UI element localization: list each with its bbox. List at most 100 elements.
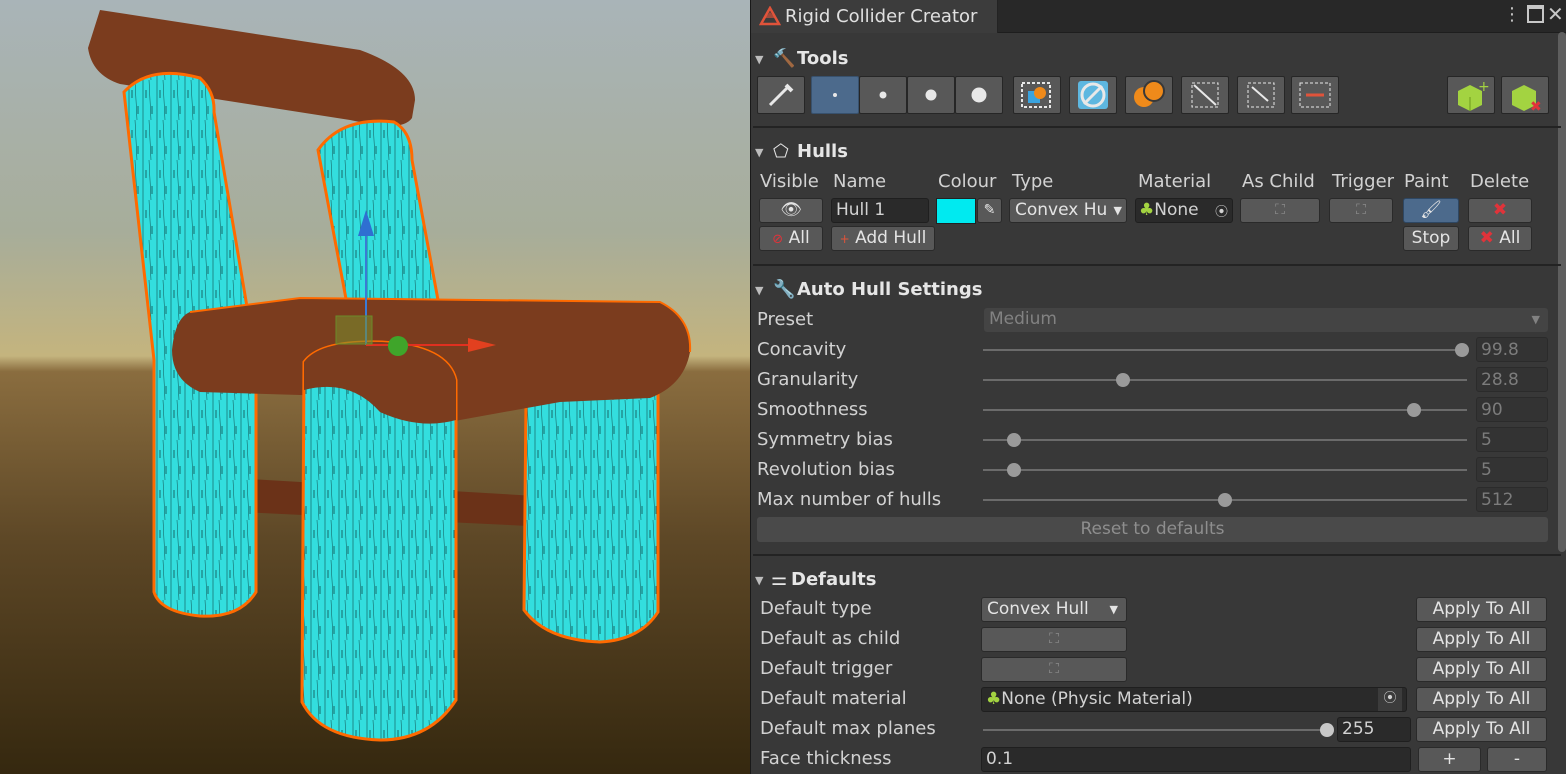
overlap-spheres-button[interactable]: [1125, 76, 1173, 114]
concavity-label: Concavity: [757, 339, 847, 360]
stop-paint-button[interactable]: Stop: [1403, 226, 1459, 251]
default-max-planes-label: Default max planes: [760, 718, 936, 739]
smoothness-slider-track[interactable]: [983, 409, 1467, 411]
hull-colour-swatch[interactable]: [936, 198, 976, 224]
colour-picker-button[interactable]: ✎: [977, 198, 1002, 223]
apply-trigger-button[interactable]: Apply To All: [1416, 657, 1547, 682]
paint-colors-icon: [1021, 82, 1051, 108]
revolution-bias-slider-handle[interactable]: [1007, 463, 1022, 477]
max-hulls-slider-handle[interactable]: [1218, 493, 1232, 507]
max-planes-value[interactable]: 255: [1337, 717, 1411, 742]
concavity-slider-handle[interactable]: [1455, 343, 1470, 357]
symmetry-bias-label: Symmetry bias: [757, 429, 893, 450]
tools-foldout-arrow[interactable]: ▼: [755, 53, 763, 66]
window-tab[interactable]: Rigid Collider Creator: [751, 0, 998, 33]
brush-size-small-button[interactable]: [859, 76, 907, 114]
overlap-spheres-icon: [1134, 80, 1165, 107]
trigger-toggle[interactable]: ⛶: [1329, 198, 1393, 223]
physic-material-icon: ♣: [1139, 200, 1155, 220]
face-thickness-label: Face thickness: [760, 748, 892, 769]
divider: [753, 554, 1561, 556]
sphere-button[interactable]: [1069, 76, 1117, 114]
physic-material-icon: ♣: [986, 689, 1002, 709]
apply-as-child-button[interactable]: Apply To All: [1416, 627, 1547, 652]
hull-type-dropdown[interactable]: Convex Hu ▼: [1009, 198, 1127, 223]
paint-colors-button[interactable]: [1013, 76, 1061, 114]
default-trigger-label: Default trigger: [760, 658, 893, 679]
eyedropper-icon: ✎: [983, 202, 996, 218]
revolution-bias-value[interactable]: 5: [1476, 457, 1548, 482]
hidden-eye-icon: ⊘: [772, 232, 784, 247]
remove-box-collider-button[interactable]: ✖: [1501, 76, 1549, 115]
eyedropper-tool-button[interactable]: [757, 76, 805, 114]
face-thickness-field[interactable]: 0.1: [981, 747, 1411, 772]
default-type-dropdown[interactable]: Convex Hull ▼: [981, 597, 1127, 622]
as-child-toggle[interactable]: ⛶: [1240, 198, 1320, 223]
hull-material-value: None: [1154, 200, 1199, 220]
smoothness-value[interactable]: 90: [1476, 397, 1548, 422]
object-picker-icon[interactable]: ⦿: [1378, 688, 1402, 711]
bounds-button[interactable]: [1291, 76, 1339, 114]
chevron-down-icon: ▼: [1531, 313, 1540, 326]
apply-max-planes-button[interactable]: Apply To All: [1416, 717, 1547, 742]
defaults-foldout-arrow[interactable]: ▼: [755, 574, 763, 587]
chair-scene[interactable]: [0, 0, 750, 774]
expand-button[interactable]: [1181, 76, 1229, 114]
col-colour: Colour: [938, 171, 997, 192]
remove-box-collider-icon: ✖: [1512, 85, 1542, 115]
concavity-slider-track[interactable]: [983, 349, 1467, 351]
close-icon[interactable]: ✕: [1547, 2, 1564, 26]
revolution-bias-slider-track[interactable]: [983, 469, 1467, 471]
visibility-toggle[interactable]: 👁: [759, 198, 823, 223]
symmetry-bias-value[interactable]: 5: [1476, 427, 1548, 452]
granularity-slider-track[interactable]: [983, 379, 1467, 381]
default-as-child-toggle[interactable]: ⛶: [981, 627, 1127, 652]
default-as-child-label: Default as child: [760, 628, 901, 649]
symmetry-bias-slider-handle[interactable]: [1007, 433, 1022, 447]
apply-type-button[interactable]: Apply To All: [1416, 597, 1547, 622]
brush-size-smallest-button[interactable]: [811, 76, 859, 114]
preset-value: Medium: [989, 309, 1057, 329]
delete-hull-button[interactable]: ✖: [1468, 198, 1532, 223]
max-hulls-value[interactable]: 512: [1476, 487, 1548, 512]
hulls-foldout-arrow[interactable]: ▼: [755, 146, 763, 159]
add-box-collider-button[interactable]: +: [1447, 76, 1495, 114]
reset-defaults-button[interactable]: Reset to defaults: [757, 517, 1548, 542]
add-hull-button[interactable]: + Add Hull: [831, 226, 935, 251]
all-visibility-label: All: [788, 228, 810, 248]
granularity-value[interactable]: 28.8: [1476, 367, 1548, 392]
panel-scrollbar[interactable]: [1558, 32, 1566, 552]
brush-size-medium-button[interactable]: [907, 76, 955, 114]
col-visible: Visible: [760, 171, 819, 192]
delete-all-button[interactable]: ✖ All: [1468, 226, 1532, 251]
hull-type-value: Convex Hu: [1015, 200, 1108, 220]
auto-hull-foldout-arrow[interactable]: ▼: [755, 284, 763, 297]
sliders-icon: ⚌: [771, 569, 788, 590]
preset-dropdown[interactable]: Medium ▼: [984, 308, 1548, 332]
increase-thickness-button[interactable]: +: [1418, 747, 1481, 772]
shrink-button[interactable]: [1237, 76, 1285, 114]
add-box-collider-icon: +: [1458, 79, 1490, 111]
default-material-field[interactable]: ♣None (Physic Material) ⦿: [981, 687, 1407, 712]
paint-toggle[interactable]: 🖌: [1403, 198, 1459, 223]
apply-material-button[interactable]: Apply To All: [1416, 687, 1547, 712]
kebab-menu-icon[interactable]: ⋮: [1503, 4, 1521, 25]
hull-material-field[interactable]: ♣None ⦿: [1135, 198, 1233, 223]
smoothness-slider-handle[interactable]: [1406, 403, 1421, 417]
smoothness-label: Smoothness: [757, 399, 868, 420]
brush-size-large-icon: [971, 87, 987, 103]
concavity-value[interactable]: 99.8: [1476, 337, 1548, 362]
hull-name-field[interactable]: Hull 1: [831, 198, 929, 223]
max-planes-slider-handle[interactable]: [1320, 723, 1334, 737]
toggle-all-visibility-button[interactable]: ⊘ All: [759, 226, 823, 251]
max-planes-slider-track[interactable]: [983, 729, 1327, 731]
decrease-thickness-button[interactable]: -: [1487, 747, 1547, 772]
symmetry-bias-slider-track[interactable]: [983, 439, 1467, 441]
granularity-slider-handle[interactable]: [1116, 373, 1131, 387]
maximize-icon[interactable]: [1527, 5, 1544, 23]
scene-viewport[interactable]: [0, 0, 750, 774]
paint-brush-icon: 🖌: [1420, 200, 1442, 220]
brush-size-large-button[interactable]: [955, 76, 1003, 114]
object-picker-icon[interactable]: ⦿: [1215, 201, 1228, 220]
default-trigger-toggle[interactable]: ⛶: [981, 657, 1127, 682]
